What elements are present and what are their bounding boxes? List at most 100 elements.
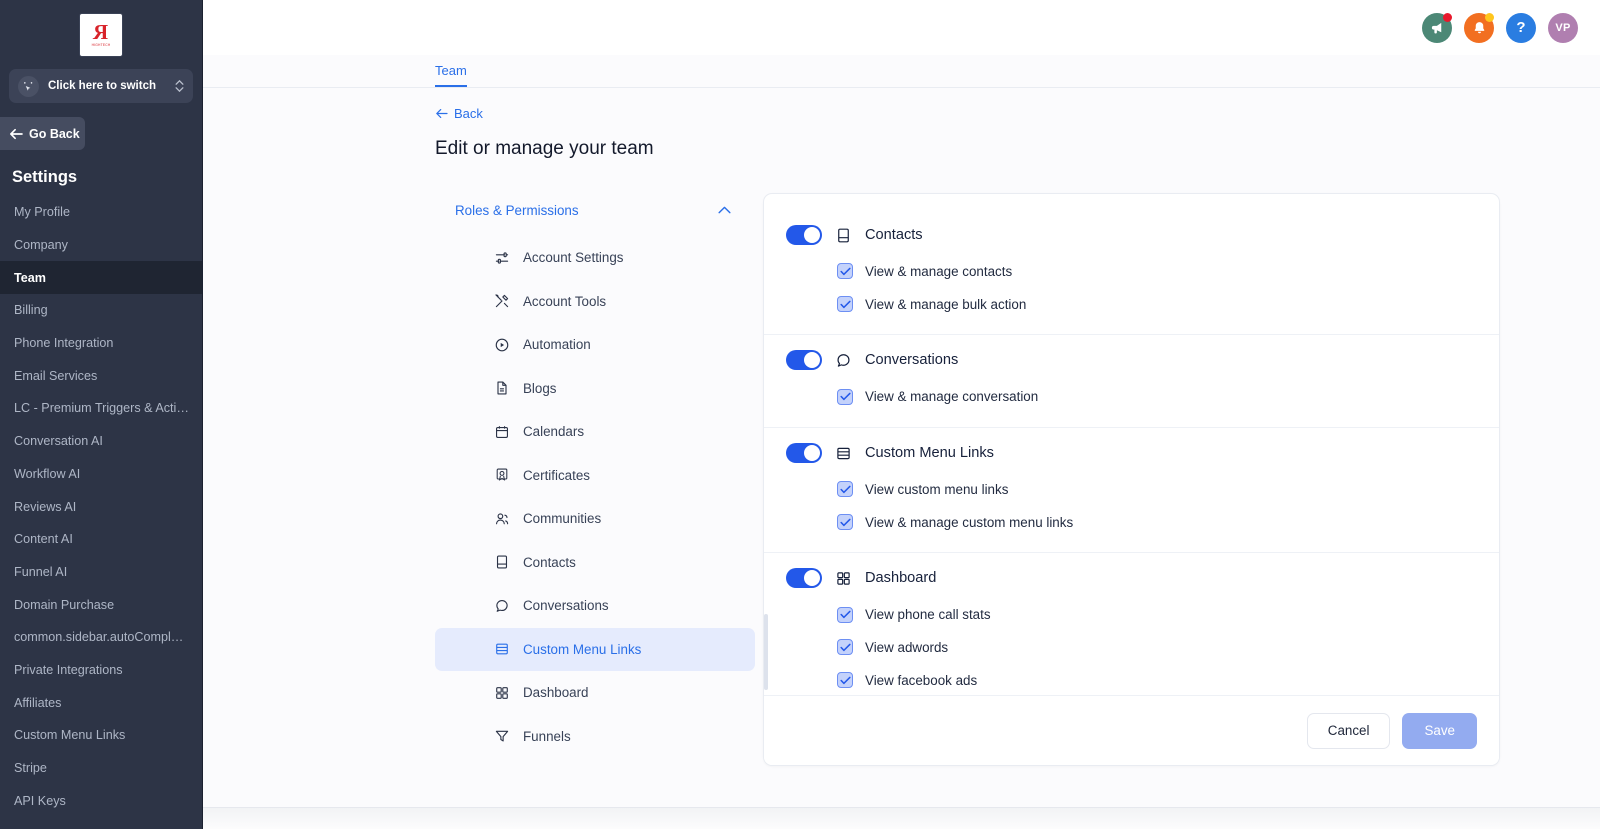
permission-label: View facebook ads <box>865 673 977 688</box>
category-item-account-tools[interactable]: Account Tools <box>435 280 755 324</box>
toggle-conversations[interactable] <box>786 350 822 370</box>
category-item-account-settings[interactable]: Account Settings <box>435 236 755 280</box>
sidebar-item-auto-complete[interactable]: common.sidebar.autoCompl… <box>0 621 202 654</box>
sidebar-item-label: Domain Purchase <box>14 598 114 612</box>
grid-icon <box>494 685 510 701</box>
sidebar-item-domain-purchase[interactable]: Domain Purchase <box>0 588 202 621</box>
category-item-label: Certificates <box>523 468 590 483</box>
scrollbar-thumb[interactable] <box>764 614 768 690</box>
sidebar-item-reviews-ai[interactable]: Reviews AI <box>0 490 202 523</box>
permission-row[interactable]: View phone call stats <box>786 598 1477 631</box>
chevron-up-icon <box>718 206 731 214</box>
funnel-icon <box>494 728 510 744</box>
category-item-dashboard[interactable]: Dashboard <box>435 671 755 715</box>
notification-bell-icon[interactable] <box>1464 13 1494 43</box>
permission-row[interactable]: View & manage contacts <box>786 255 1477 288</box>
logo-glyph: R <box>93 23 108 42</box>
sidebar-item-affiliates[interactable]: Affiliates <box>0 686 202 719</box>
account-switcher[interactable]: Click here to switch <box>9 69 193 103</box>
back-link[interactable]: Back <box>435 106 483 121</box>
toggle-contacts[interactable] <box>786 225 822 245</box>
sidebar-item-stripe[interactable]: Stripe <box>0 752 202 785</box>
calendar-icon <box>494 424 510 440</box>
checkbox-view-manage-contacts[interactable] <box>837 263 853 279</box>
toggle-custom-menu-links[interactable] <box>786 443 822 463</box>
sidebar-item-api-keys[interactable]: API Keys <box>0 784 202 817</box>
document-icon <box>494 380 510 396</box>
tab-team[interactable]: Team <box>435 63 467 87</box>
top-bar: ? VP <box>203 0 1600 55</box>
category-item-communities[interactable]: Communities <box>435 497 755 541</box>
checkbox-view-facebook-ads[interactable] <box>837 672 853 688</box>
cursor-click-icon <box>18 76 39 97</box>
checkbox-view-adwords[interactable] <box>837 639 853 655</box>
checkbox-view-manage-custom-menu-links[interactable] <box>837 514 853 530</box>
sidebar-item-billing[interactable]: Billing <box>0 294 202 327</box>
permission-group-label: Conversations <box>865 352 958 368</box>
roles-permissions-label: Roles & Permissions <box>455 203 579 218</box>
sidebar-item-workflow-ai[interactable]: Workflow AI <box>0 458 202 491</box>
category-item-contacts[interactable]: Contacts <box>435 541 755 585</box>
sidebar-item-label: Affiliates <box>14 696 61 710</box>
category-item-funnels[interactable]: Funnels <box>435 715 755 759</box>
sidebar-item-team[interactable]: Team <box>0 261 202 294</box>
category-item-conversations[interactable]: Conversations <box>435 584 755 628</box>
sidebar-item-custom-menu-links[interactable]: Custom Menu Links <box>0 719 202 752</box>
sidebar-item-conversation-ai[interactable]: Conversation AI <box>0 425 202 458</box>
save-button[interactable]: Save <box>1402 713 1477 749</box>
go-back-label: Go Back <box>29 127 80 141</box>
roles-permissions-header[interactable]: Roles & Permissions <box>435 195 755 225</box>
back-label: Back <box>454 106 483 121</box>
category-item-blogs[interactable]: Blogs <box>435 367 755 411</box>
sidebar-item-label: Custom Menu Links <box>14 728 125 742</box>
horizontal-scrollbar[interactable] <box>203 807 1600 829</box>
category-item-calendars[interactable]: Calendars <box>435 410 755 454</box>
toggle-dashboard[interactable] <box>786 568 822 588</box>
permission-row[interactable]: View & manage custom menu links <box>786 506 1477 539</box>
permission-row[interactable]: View custom menu links <box>786 473 1477 506</box>
category-item-label: Calendars <box>523 424 584 439</box>
sidebar-item-content-ai[interactable]: Content AI <box>0 523 202 556</box>
sidebar-item-label: Private Integrations <box>14 663 123 677</box>
sidebar-item-company[interactable]: Company <box>0 229 202 262</box>
permissions-scroll-area[interactable]: Contacts View & manage contacts View & m… <box>764 194 1499 695</box>
sidebar-item-phone-integration[interactable]: Phone Integration <box>0 327 202 360</box>
go-back-button[interactable]: Go Back <box>0 117 85 150</box>
category-item-automation[interactable]: Automation <box>435 323 755 367</box>
category-item-certificates[interactable]: Certificates <box>435 454 755 498</box>
avatar[interactable]: VP <box>1548 13 1578 43</box>
permission-group-header: Contacts <box>786 210 1477 255</box>
list-rows-icon <box>494 641 510 657</box>
category-item-custom-menu-links[interactable]: Custom Menu Links <box>435 628 755 672</box>
category-item-label: Blogs <box>523 381 557 396</box>
sidebar-item-email-services[interactable]: Email Services <box>0 359 202 392</box>
check-icon <box>840 676 851 685</box>
arrow-left-icon <box>9 128 23 140</box>
sidebar-item-private-integrations[interactable]: Private Integrations <box>0 654 202 687</box>
check-icon <box>840 643 851 652</box>
permission-group-dashboard: Dashboard View phone call stats View adw… <box>764 552 1499 695</box>
sidebar-item-funnel-ai[interactable]: Funnel AI <box>0 556 202 589</box>
category-item-label: Funnels <box>523 729 571 744</box>
app-root: R HIGHTECH Click here to switch Go Back … <box>0 0 1600 829</box>
permission-row[interactable]: View adwords <box>786 631 1477 664</box>
tab-strip: Team <box>203 55 1600 88</box>
cancel-button[interactable]: Cancel <box>1307 713 1391 749</box>
checkbox-view-custom-menu-links[interactable] <box>837 481 853 497</box>
permission-group-label: Custom Menu Links <box>865 445 994 461</box>
permission-row[interactable]: View & manage bulk action <box>786 288 1477 321</box>
category-item-label: Account Tools <box>523 294 606 309</box>
checkbox-view-manage-conversation[interactable] <box>837 389 853 405</box>
permission-label: View adwords <box>865 640 948 655</box>
announcement-icon[interactable] <box>1422 13 1452 43</box>
sidebar-item-my-profile[interactable]: My Profile <box>0 196 202 229</box>
permission-row[interactable]: View facebook ads <box>786 664 1477 695</box>
sidebar-item-lc-premium-triggers[interactable]: LC - Premium Triggers & Acti… <box>0 392 202 425</box>
checkbox-view-manage-bulk-action[interactable] <box>837 296 853 312</box>
permission-group-header: Custom Menu Links <box>786 428 1477 473</box>
permission-group-label: Contacts <box>865 227 923 243</box>
help-icon[interactable]: ? <box>1506 13 1536 43</box>
checkbox-view-phone-call-stats[interactable] <box>837 607 853 623</box>
permissions-card: Contacts View & manage contacts View & m… <box>763 193 1500 766</box>
permission-row[interactable]: View & manage conversation <box>786 380 1477 413</box>
